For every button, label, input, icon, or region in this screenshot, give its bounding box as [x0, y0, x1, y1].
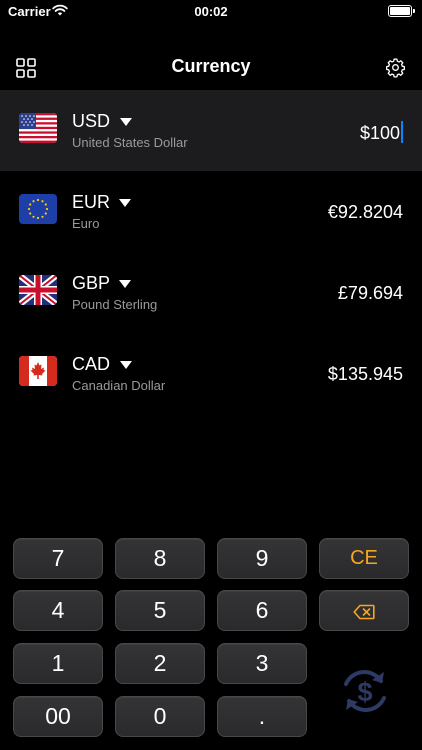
gear-icon[interactable] — [385, 57, 406, 78]
currency-name: Pound Sterling — [72, 297, 158, 312]
amount-input[interactable]: $100 — [360, 121, 403, 144]
gb-flag-icon — [19, 275, 57, 305]
currency-list: USD United States Dollar $100 EUR Euro €… — [0, 90, 422, 414]
chevron-down-icon[interactable] — [119, 199, 131, 207]
chevron-down-icon[interactable] — [119, 280, 131, 288]
key-6[interactable]: 6 — [217, 590, 307, 631]
page-title: Currency — [171, 56, 251, 76]
amount-value: $135.945 — [327, 364, 403, 384]
key-4[interactable]: 4 — [13, 590, 103, 631]
currency-name: Canadian Dollar — [72, 378, 166, 393]
key-decimal[interactable]: . — [217, 696, 307, 737]
amount-value: $100 — [359, 123, 400, 143]
currency-row-usd[interactable]: USD United States Dollar $100 — [0, 90, 422, 171]
currency-row-cad[interactable]: CAD Canadian Dollar $135.945 — [0, 333, 422, 414]
clear-entry-button[interactable]: CE — [319, 538, 409, 579]
key-7[interactable]: 7 — [13, 538, 103, 579]
key-8[interactable]: 8 — [115, 538, 205, 579]
backspace-icon — [353, 604, 375, 620]
key-5[interactable]: 5 — [115, 590, 205, 631]
chevron-down-icon[interactable] — [120, 361, 132, 369]
key-0[interactable]: 0 — [115, 696, 205, 737]
key-3[interactable]: 3 — [217, 643, 307, 684]
key-1[interactable]: 1 — [13, 643, 103, 684]
currency-row-eur[interactable]: EUR Euro €92.8204 — [0, 171, 422, 252]
nav-bar: Currency — [0, 48, 422, 88]
clock: 00:02 — [194, 4, 228, 19]
key-00[interactable]: 00 — [13, 696, 103, 737]
currency-row-gbp[interactable]: GBP Pound Sterling £79.694 — [0, 252, 422, 333]
key-2[interactable]: 2 — [115, 643, 205, 684]
currency-name: Euro — [72, 216, 100, 231]
amount-value: £79.694 — [337, 283, 403, 303]
text-cursor — [401, 121, 403, 143]
currency-code: EUR — [72, 192, 111, 212]
key-9[interactable]: 9 — [217, 538, 307, 579]
eu-flag-icon — [19, 194, 57, 224]
currency-code: GBP — [72, 273, 111, 293]
currency-swap-icon[interactable]: $ — [336, 662, 394, 720]
currency-code: CAD — [72, 354, 111, 374]
ca-flag-icon — [19, 356, 57, 386]
battery-icon — [388, 5, 415, 17]
svg-text:$: $ — [357, 677, 372, 707]
currency-name: United States Dollar — [72, 135, 188, 150]
currency-code: USD — [72, 111, 111, 131]
status-bar: Carrier 00:02 — [0, 0, 422, 24]
amount-value: €92.8204 — [327, 202, 403, 222]
chevron-down-icon[interactable] — [120, 118, 132, 126]
us-flag-icon — [19, 113, 57, 143]
backspace-button[interactable] — [319, 590, 409, 631]
